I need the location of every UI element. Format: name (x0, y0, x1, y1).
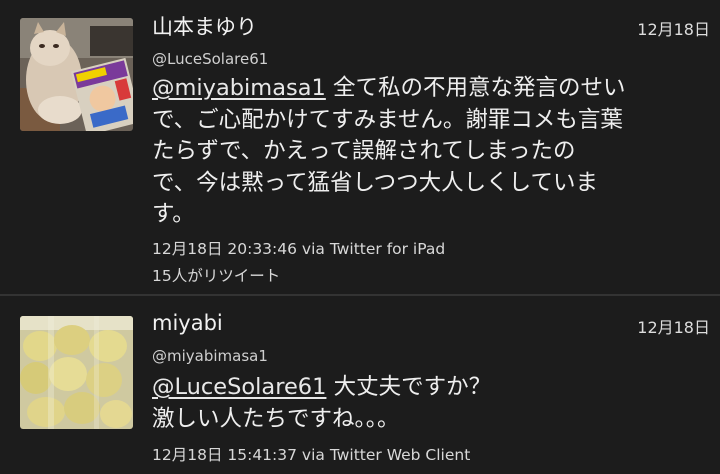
tweet-item[interactable]: miyabi 12月18日 @miyabimasa1 @LuceSolare61… (0, 296, 720, 474)
tweet-text: @miyabimasa1 全て私の不用意な発言のせい で、ご心配かけてすみません… (152, 73, 704, 231)
mention-link[interactable]: @miyabimasa1 (152, 75, 326, 101)
avatar[interactable] (20, 316, 133, 429)
tweet-meta: 12月18日 15:41:37 via Twitter Web Client (152, 446, 471, 464)
display-name[interactable]: miyabi (152, 311, 223, 335)
tweet-text-line: 激しい人たちですね。。。 (152, 405, 400, 432)
tweet-text-line: で、今は黙って猛省しつつ大人しくしていま (152, 169, 598, 196)
mention-link[interactable]: @LuceSolare61 (152, 374, 326, 400)
tweet-date: 12月18日 (637, 318, 710, 337)
retweet-count[interactable]: 15人がリツイート (152, 264, 280, 286)
user-handle[interactable]: @LuceSolare61 (152, 50, 268, 68)
tweet-text-line: で、ご心配かけてすみません。謝罪コメも言葉 (152, 106, 623, 133)
tweet-text-line: 大丈夫ですか？ (333, 374, 492, 400)
potatoes-photo-avatar-icon (20, 316, 133, 429)
tweet-meta: 12月18日 20:33:46 via Twitter for iPad (152, 240, 446, 258)
user-handle[interactable]: @miyabimasa1 (152, 347, 268, 365)
timeline: 山本まゆり 12月18日 @LuceSolare61 @miyabimasa1 … (0, 0, 720, 474)
tweet-text: @LuceSolare61 大丈夫ですか？ 激しい人たちですね。。。 (152, 372, 704, 435)
tweet-text-line: たらずで、かえって誤解されてしまったの (152, 138, 576, 164)
tweet-item[interactable]: 山本まゆり 12月18日 @LuceSolare61 @miyabimasa1 … (0, 0, 720, 294)
tweet-date: 12月18日 (637, 20, 710, 39)
cat-photo-avatar-icon (20, 18, 133, 131)
tweet-text-line: す。 (152, 201, 195, 227)
display-name[interactable]: 山本まゆり (152, 11, 257, 41)
tweet-text-line: 全て私の不用意な発言のせい (333, 75, 626, 101)
avatar[interactable] (20, 18, 133, 131)
